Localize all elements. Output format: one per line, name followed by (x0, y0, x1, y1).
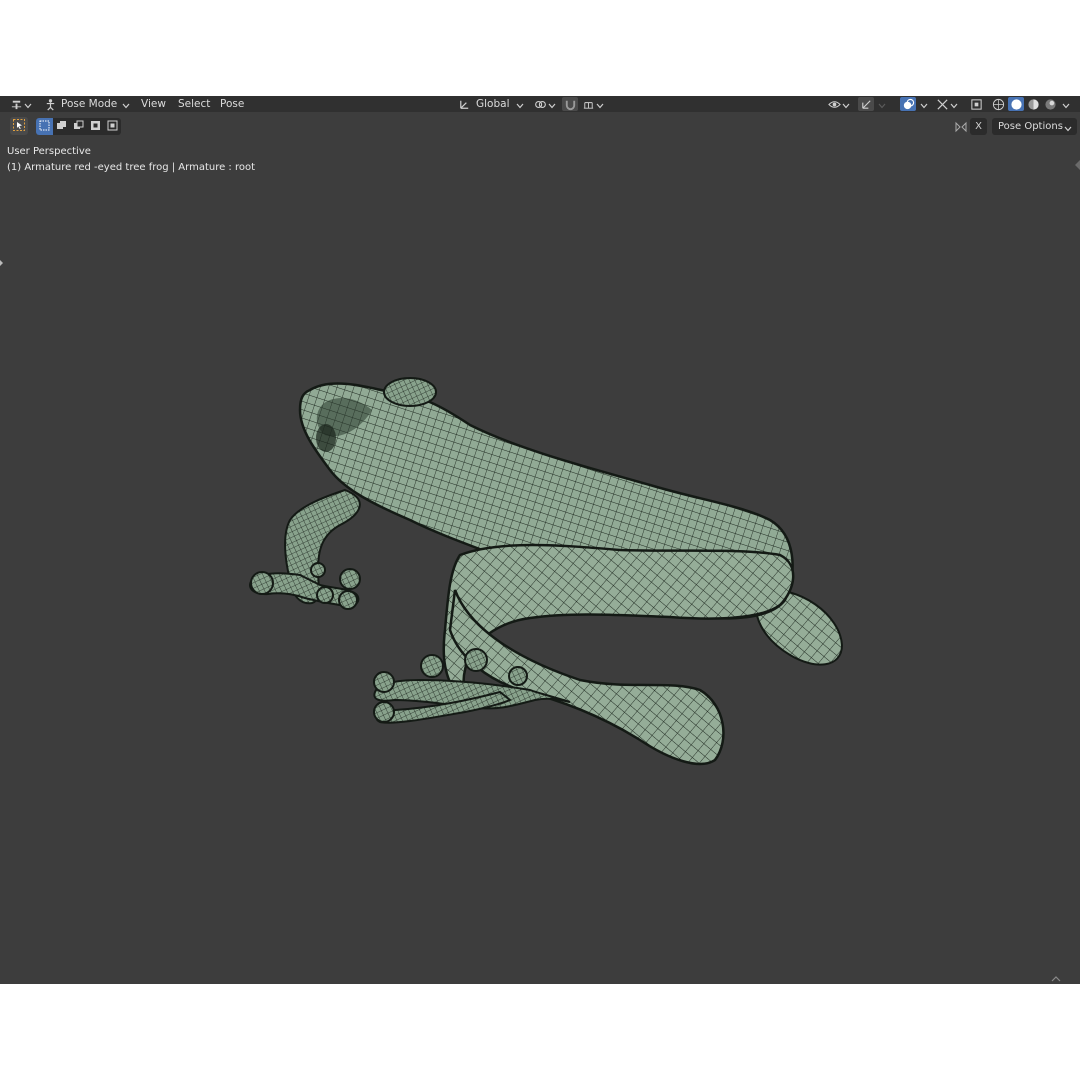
armature-editor-icon (8, 97, 24, 111)
transform-orientation-icon (456, 97, 472, 111)
x-mirror-icon (952, 118, 969, 135)
expand-region-arrow-icon[interactable] (1050, 974, 1062, 984)
mode-selector[interactable]: Pose Mode (42, 96, 130, 112)
material-shading-icon (1025, 97, 1041, 111)
pivot-point-icon (532, 97, 548, 111)
mode-label: Pose Mode (61, 98, 118, 110)
select-invert-mode-button[interactable] (87, 118, 104, 135)
chevron-down-icon (920, 100, 928, 109)
shading-wireframe-button[interactable] (990, 96, 1006, 112)
gizmo-toggle[interactable] (858, 96, 886, 112)
wireframe-shading-icon (990, 97, 1006, 111)
viewport-gizmo-selector[interactable] (934, 96, 958, 112)
pose-options-dropdown[interactable]: Pose Options (992, 118, 1077, 135)
editor-type-selector[interactable] (8, 96, 32, 112)
snap-toggle[interactable] (562, 96, 578, 112)
overlays-icon (900, 97, 916, 111)
pose-mode-icon (42, 97, 58, 111)
shading-material-button[interactable] (1025, 96, 1041, 112)
chevron-down-icon (1062, 100, 1070, 109)
transform-orientation-selector[interactable]: Global (456, 96, 524, 112)
selection-mode-group (36, 118, 121, 135)
shading-rendered-button[interactable] (1042, 96, 1058, 112)
chevron-down-icon (842, 100, 850, 109)
rendered-shading-icon (1042, 97, 1058, 111)
select-extend-mode-button[interactable] (53, 118, 70, 135)
chevron-down-icon (516, 100, 524, 109)
chevron-down-icon (878, 100, 886, 109)
select-intersect-icon (107, 120, 118, 134)
navigation-gizmo-icon (934, 97, 950, 111)
xray-toggle[interactable] (968, 96, 984, 112)
select-extend-icon (56, 120, 67, 134)
overlays-toggle[interactable] (900, 96, 928, 112)
chevron-down-icon (122, 100, 130, 109)
left-region-arrow-icon[interactable] (0, 256, 3, 266)
object-info-label: (1) Armature red -eyed tree frog | Armat… (7, 162, 256, 173)
select-new-mode-button[interactable] (36, 118, 53, 135)
select-subtract-mode-button[interactable] (70, 118, 87, 135)
snap-target-selector[interactable] (580, 96, 604, 112)
pivot-point-selector[interactable] (532, 96, 556, 112)
shading-options-dropdown[interactable] (1062, 96, 1070, 112)
viewport-header: Pose Mode View Select Pose Global (0, 96, 1080, 112)
3d-viewport[interactable]: Pose Mode View Select Pose Global User P… (0, 96, 1080, 984)
chevron-down-icon (24, 100, 32, 109)
cursor-arrow-icon (13, 118, 25, 134)
chevron-down-icon (548, 100, 556, 109)
snap-magnet-icon (562, 97, 578, 111)
x-mirror-toggle[interactable]: X (970, 118, 987, 135)
chevron-down-icon (596, 100, 604, 109)
object-visibility-icon (826, 97, 842, 111)
pose-options-label: Pose Options (998, 121, 1063, 132)
select-intersect-mode-button[interactable] (104, 118, 121, 135)
gizmo-icon (858, 97, 874, 111)
solid-shading-icon (1008, 97, 1024, 111)
right-region-arrow-icon[interactable] (1075, 160, 1080, 170)
object-visibility-selector[interactable] (826, 96, 850, 112)
chevron-down-icon (950, 100, 958, 109)
perspective-label: User Perspective (7, 146, 91, 157)
menu-pose[interactable]: Pose (220, 96, 244, 112)
shading-solid-button[interactable] (1008, 96, 1024, 112)
select-invert-icon (90, 120, 101, 134)
select-subtract-icon (73, 120, 84, 134)
select-tweak-tool-button[interactable] (10, 117, 28, 135)
menu-view[interactable]: View (141, 96, 166, 112)
select-new-icon (39, 120, 50, 134)
xray-toggle-icon (968, 97, 984, 111)
snap-increment-icon (580, 97, 596, 111)
transform-orientation-label: Global (476, 98, 510, 110)
menu-select[interactable]: Select (178, 96, 210, 112)
chevron-down-icon (1064, 123, 1072, 131)
